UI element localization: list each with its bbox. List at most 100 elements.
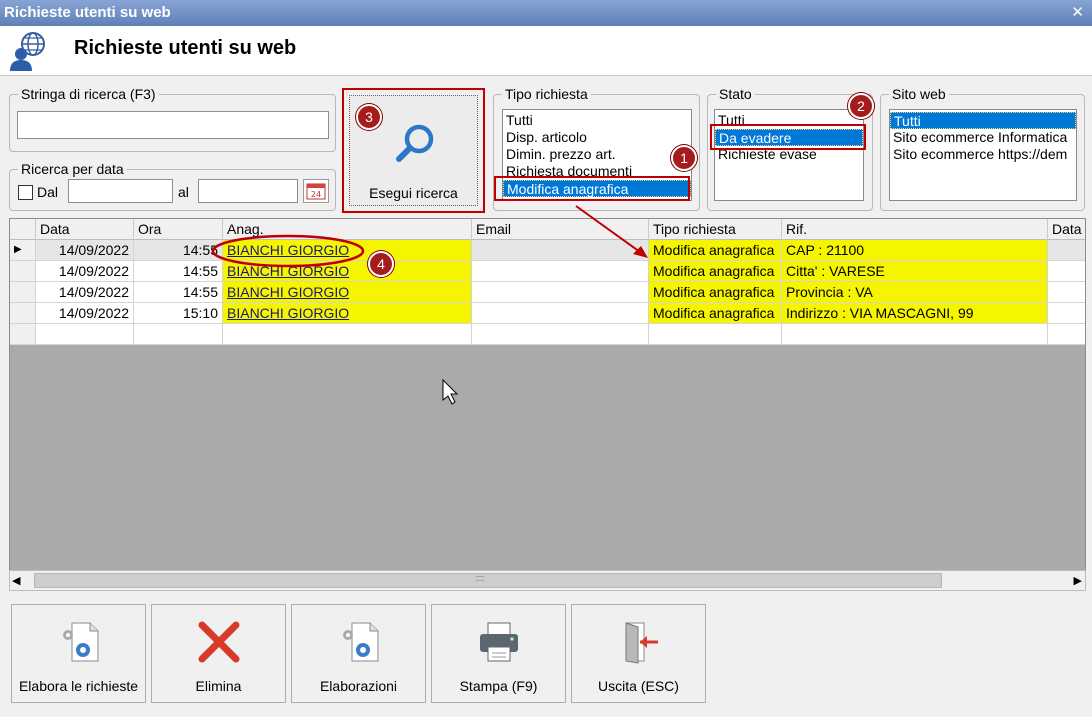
cell-empty[interactable]	[1048, 324, 1085, 345]
cell-email[interactable]	[472, 240, 649, 261]
col-header-ref[interactable]: Rif.	[782, 219, 1048, 240]
request-type-highlight	[494, 176, 690, 201]
cell-ref[interactable]: Indirizzo : VIA MASCAGNI, 99	[782, 303, 1048, 324]
cell-time[interactable]: 14:55	[134, 240, 223, 261]
status-list[interactable]: Tutti Da evadere Richieste evase	[714, 109, 864, 201]
current-row-indicator: ▶	[10, 240, 36, 261]
col-header-request-type[interactable]: Tipo richiesta	[649, 219, 782, 240]
horizontal-scrollbar[interactable]: ◀ :::::: ▶	[9, 570, 1086, 591]
cell-request-type[interactable]: Modifica anagrafica	[649, 240, 782, 261]
calendar-day: 24	[311, 190, 321, 199]
al-label: al	[178, 184, 189, 200]
cell-date[interactable]: 14/09/2022	[36, 303, 134, 324]
close-icon[interactable]: ✕	[1071, 3, 1084, 21]
calendar-icon[interactable]: 24	[303, 179, 329, 203]
table-row[interactable]: 14/09/2022 15:10 BIANCHI GIORGIO Modific…	[10, 303, 1085, 324]
search-group: Stringa di ricerca (F3)	[9, 86, 336, 152]
table-row[interactable]: ▶ 14/09/2022 14:55 BIANCHI GIORGIO Modif…	[10, 240, 1085, 261]
exit-door-icon	[625, 622, 658, 664]
dal-label: Dal	[37, 184, 59, 200]
red-x-icon	[198, 621, 239, 663]
process-requests-label: Elabora le richieste	[18, 678, 139, 694]
cell-request-type[interactable]: Modifica anagrafica	[649, 261, 782, 282]
cell-anag[interactable]: BIANCHI GIORGIO	[223, 240, 472, 261]
anag-link[interactable]: BIANCHI GIORGIO	[227, 242, 349, 258]
col-header-date-2[interactable]: Data	[1048, 219, 1085, 240]
date-to-input[interactable]	[198, 179, 298, 203]
request-type-option-all[interactable]: Tutti	[503, 112, 691, 129]
request-type-legend: Tipo richiesta	[502, 86, 591, 102]
cell-date-2[interactable]	[1048, 282, 1085, 303]
cell-email[interactable]	[472, 303, 649, 324]
cell-email[interactable]	[472, 261, 649, 282]
table-row[interactable]: 14/09/2022 14:55 BIANCHI GIORGIO Modific…	[10, 261, 1085, 282]
processing-button[interactable]: Elaborazioni	[291, 604, 426, 703]
search-input[interactable]	[17, 111, 329, 139]
user-globe-icon	[10, 32, 45, 71]
scroll-left-icon[interactable]: ◀	[12, 574, 20, 587]
cell-anag[interactable]: BIANCHI GIORGIO	[223, 261, 472, 282]
col-header-anag[interactable]: Anag.	[223, 219, 472, 240]
execute-search-label: Esegui ricerca	[369, 185, 458, 201]
annotation-badge-1: 1	[671, 145, 697, 171]
cell-ref[interactable]: Provincia : VA	[782, 282, 1048, 303]
cell-anag[interactable]: BIANCHI GIORGIO	[223, 303, 472, 324]
row-indicator	[10, 324, 36, 345]
website-option-all[interactable]: Tutti	[890, 112, 1076, 129]
website-option-informatica[interactable]: Sito ecommerce Informatica	[890, 129, 1076, 146]
row-indicator	[10, 282, 36, 303]
cell-ref[interactable]: CAP : 21100	[782, 240, 1048, 261]
col-header-email[interactable]: Email	[472, 219, 649, 240]
cell-date[interactable]: 14/09/2022	[36, 282, 134, 303]
cell-empty[interactable]	[223, 324, 472, 345]
col-header-date[interactable]: Data	[36, 219, 134, 240]
cell-time[interactable]: 15:10	[134, 303, 223, 324]
date-from-input[interactable]	[68, 179, 173, 203]
printer-icon	[479, 622, 518, 662]
status-legend: Stato	[716, 86, 755, 102]
anag-link[interactable]: BIANCHI GIORGIO	[227, 263, 349, 279]
request-type-option-price[interactable]: Dimin. prezzo art.	[503, 146, 691, 163]
cell-anag[interactable]: BIANCHI GIORGIO	[223, 282, 472, 303]
website-option-demo[interactable]: Sito ecommerce https://dem	[890, 146, 1076, 163]
cell-date[interactable]: 14/09/2022	[36, 261, 134, 282]
process-requests-button[interactable]: Elabora le richieste	[11, 604, 146, 703]
exit-label: Uscita (ESC)	[598, 678, 679, 694]
gear-document-icon	[62, 622, 98, 662]
cell-empty[interactable]	[649, 324, 782, 345]
col-header-time[interactable]: Ora	[134, 219, 223, 240]
anag-link[interactable]: BIANCHI GIORGIO	[227, 284, 349, 300]
anag-link[interactable]: BIANCHI GIORGIO	[227, 305, 349, 321]
cell-date-2[interactable]	[1048, 303, 1085, 324]
cell-date-2[interactable]	[1048, 261, 1085, 282]
scroll-right-icon[interactable]: ▶	[1074, 574, 1082, 587]
cell-empty[interactable]	[134, 324, 223, 345]
scroll-thumb[interactable]: ::::::	[34, 573, 942, 588]
cell-empty[interactable]	[782, 324, 1048, 345]
dal-checkbox[interactable]	[18, 185, 33, 200]
cell-email[interactable]	[472, 282, 649, 303]
row-indicator	[10, 261, 36, 282]
cell-ref[interactable]: Citta' : VARESE	[782, 261, 1048, 282]
print-label: Stampa (F9)	[459, 678, 538, 694]
cell-date-2[interactable]	[1048, 240, 1085, 261]
cell-time[interactable]: 14:55	[134, 282, 223, 303]
request-type-option-availability[interactable]: Disp. articolo	[503, 129, 691, 146]
exit-button[interactable]: Uscita (ESC)	[571, 604, 706, 703]
cell-request-type[interactable]: Modifica anagrafica	[649, 282, 782, 303]
website-list[interactable]: Tutti Sito ecommerce Informatica Sito ec…	[889, 109, 1077, 201]
cell-time[interactable]: 14:55	[134, 261, 223, 282]
print-button[interactable]: Stampa (F9)	[431, 604, 566, 703]
table-row[interactable]: 14/09/2022 14:55 BIANCHI GIORGIO Modific…	[10, 282, 1085, 303]
cell-empty[interactable]	[472, 324, 649, 345]
delete-button[interactable]: Elimina	[151, 604, 286, 703]
header: Richieste utenti su web	[0, 26, 1092, 76]
cell-date[interactable]: 14/09/2022	[36, 240, 134, 261]
table-row-new[interactable]	[10, 324, 1085, 345]
cell-empty[interactable]	[36, 324, 134, 345]
annotation-badge-4: 4	[368, 251, 394, 277]
cell-request-type[interactable]: Modifica anagrafica	[649, 303, 782, 324]
row-indicator	[10, 303, 36, 324]
delete-label: Elimina	[195, 678, 242, 694]
grid-corner	[10, 219, 36, 240]
